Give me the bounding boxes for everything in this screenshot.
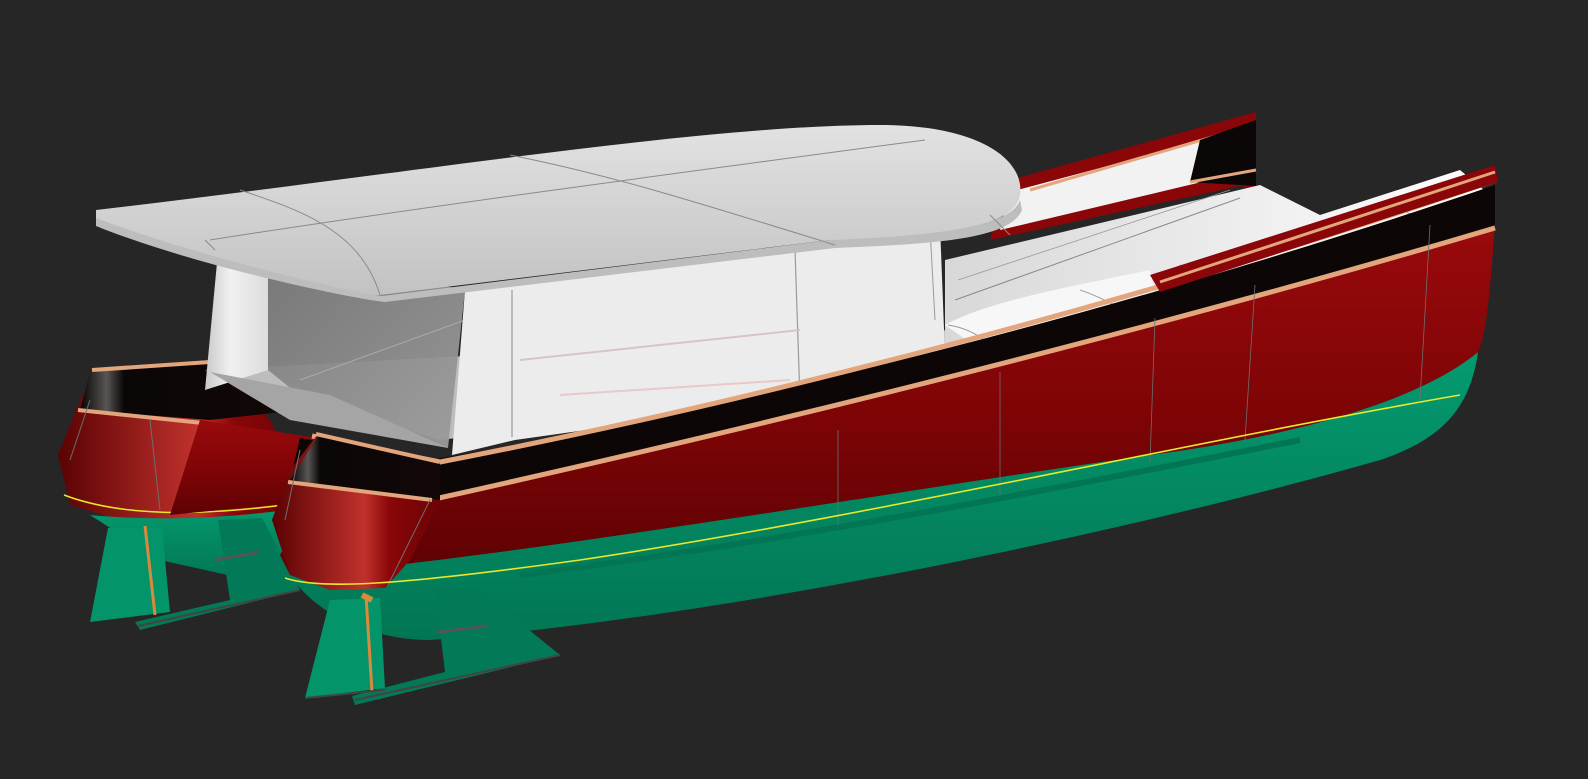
catamaran-render — [0, 0, 1588, 779]
far-rudder — [90, 528, 170, 622]
catamaran-svg — [58, 112, 1498, 705]
near-rudder — [305, 598, 385, 698]
